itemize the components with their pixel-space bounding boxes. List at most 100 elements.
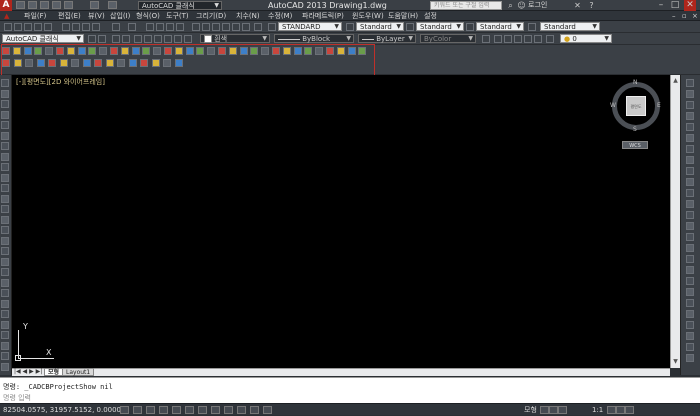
tool-button-icon[interactable] (686, 112, 694, 120)
menu-help[interactable]: 도움말(H) (388, 11, 418, 21)
login-button[interactable]: 로그인 (528, 0, 568, 11)
tool-button-icon[interactable] (686, 222, 694, 230)
tool-button-icon[interactable] (1, 173, 9, 182)
tool-button-icon[interactable] (686, 277, 694, 285)
lightbulb-icon[interactable] (134, 35, 142, 43)
menu-dimension[interactable]: 치수(N) (236, 11, 260, 21)
tool-button-icon[interactable] (1, 299, 9, 308)
viewcube-south[interactable]: S (633, 126, 637, 133)
command-input[interactable]: 명령 입력 (3, 393, 31, 403)
tab-layout1[interactable]: Layout1 (62, 368, 95, 376)
menu-parametric[interactable]: 파라메트릭(P) (302, 11, 344, 21)
mleader-scale-select[interactable]: Standard ▼ (540, 22, 600, 31)
application-menu-button[interactable]: A (0, 0, 12, 11)
tool-button-icon[interactable] (686, 134, 694, 142)
qnew-icon[interactable] (4, 23, 12, 31)
plot-style-control-select[interactable]: ByColor ▼ (420, 34, 476, 43)
menubar-restore-icon[interactable]: ▫ (682, 11, 687, 21)
open-icon[interactable] (28, 1, 37, 9)
zoom-previous-icon[interactable] (176, 23, 184, 31)
wcs-menu[interactable]: WCS (622, 141, 648, 149)
sun-icon[interactable] (144, 35, 152, 43)
tool-button-icon[interactable] (1, 100, 9, 108)
table-style-select[interactable]: Standard ▼ (416, 22, 464, 31)
save-file-icon[interactable] (24, 23, 32, 31)
tool-button-icon[interactable] (1, 110, 9, 119)
status-toggle-button[interactable] (250, 406, 259, 414)
tool-button-icon[interactable] (1, 226, 9, 234)
layer-state-icon[interactable] (122, 35, 130, 43)
workspace-dropdown[interactable]: AutoCAD 클래식 ▼ (138, 1, 222, 10)
paste-icon[interactable] (82, 23, 90, 31)
vertical-scrollbar[interactable]: ▲ ▼ (670, 75, 680, 368)
match-properties-icon[interactable] (92, 23, 100, 31)
tool-button-icon[interactable] (686, 321, 694, 329)
mleader-style-select[interactable]: Standard ▼ (476, 22, 524, 31)
help-icon[interactable]: ? (586, 0, 597, 11)
design-center-icon[interactable] (202, 23, 210, 31)
tool-button-icon[interactable] (686, 244, 694, 252)
dimension-tool-icon[interactable] (504, 35, 512, 43)
properties-icon[interactable] (192, 23, 200, 31)
scroll-up-icon[interactable]: ▲ (672, 77, 679, 84)
plot-icon[interactable] (64, 1, 73, 9)
status-tray-icon[interactable] (625, 406, 634, 414)
status-toggle-button[interactable] (263, 406, 272, 414)
status-toggle-button[interactable] (159, 406, 168, 414)
menubar-minimize-icon[interactable]: – (672, 11, 676, 21)
status-toggle-button[interactable] (120, 406, 129, 414)
text-tool-icon[interactable] (482, 35, 490, 43)
status-toggle-button[interactable] (198, 406, 207, 414)
pan-icon[interactable] (146, 23, 154, 31)
preview-icon[interactable] (44, 23, 52, 31)
tool-button-icon[interactable] (1, 331, 9, 339)
status-toggle-button[interactable] (133, 406, 142, 414)
tool-button-icon[interactable] (1, 121, 9, 129)
tool-button-icon[interactable] (1, 341, 9, 350)
menu-insert[interactable]: 삽입(I) (110, 11, 130, 21)
menu-settings[interactable]: 설정 (424, 11, 437, 21)
tool-button-icon[interactable] (686, 178, 694, 186)
status-toggle-button[interactable] (172, 406, 181, 414)
redo-tool-icon[interactable] (128, 23, 136, 31)
new-icon[interactable] (16, 1, 25, 9)
viewcube-north[interactable]: N (633, 79, 638, 86)
tool-button-icon[interactable] (686, 79, 694, 87)
drawing-canvas[interactable] (12, 75, 670, 368)
tool-button-icon[interactable] (686, 288, 694, 296)
annotation-scale[interactable]: 1:1 (592, 404, 603, 416)
markup-icon[interactable] (232, 23, 240, 31)
tool-button-icon[interactable] (1, 278, 9, 287)
minimize-icon[interactable]: – (655, 0, 667, 11)
linetype-control-select[interactable]: ByBlock ▼ (274, 34, 354, 43)
tool-button-icon[interactable] (686, 156, 694, 164)
status-tray-icon[interactable] (558, 406, 567, 414)
save-icon[interactable] (40, 1, 49, 9)
menu-tools[interactable]: 도구(T) (166, 11, 189, 21)
print-icon[interactable] (34, 23, 42, 31)
grid-tool-icon[interactable] (546, 35, 554, 43)
text-style-select[interactable]: STANDARD ▼ (278, 22, 342, 31)
menu-modify[interactable]: 수정(M) (268, 11, 292, 21)
workspace-select[interactable]: AutoCAD 클래식 ▼ (2, 34, 84, 43)
lineweight-control-select[interactable]: ByLayer ▼ (358, 34, 416, 43)
copy-icon[interactable] (72, 23, 80, 31)
tab-nav-icons[interactable]: |◀ ◀ ▶ ▶| (14, 368, 42, 376)
sheet-set-icon[interactable] (222, 23, 230, 31)
tool-button-icon[interactable] (1, 131, 9, 140)
dim-style-select[interactable]: Standard ▼ (356, 22, 404, 31)
tool-button-icon[interactable] (1, 289, 9, 297)
tool-button-icon[interactable] (686, 266, 694, 274)
tool-button-icon[interactable] (686, 167, 694, 175)
tool-button-icon[interactable] (686, 233, 694, 241)
redo-icon[interactable] (108, 1, 117, 9)
tool-button-icon[interactable] (686, 343, 694, 351)
undo-icon[interactable] (90, 1, 99, 9)
close-icon[interactable]: ✕ (684, 0, 696, 11)
tool-button-icon[interactable] (686, 145, 694, 153)
viewport-label[interactable]: [-][평면도][2D 와이어프레임] (16, 77, 105, 87)
layer-color-icon[interactable] (164, 35, 172, 43)
tool-button-icon[interactable] (686, 255, 694, 263)
model-space-button[interactable]: 모형 (524, 404, 537, 416)
tool-palettes-icon[interactable] (212, 23, 220, 31)
